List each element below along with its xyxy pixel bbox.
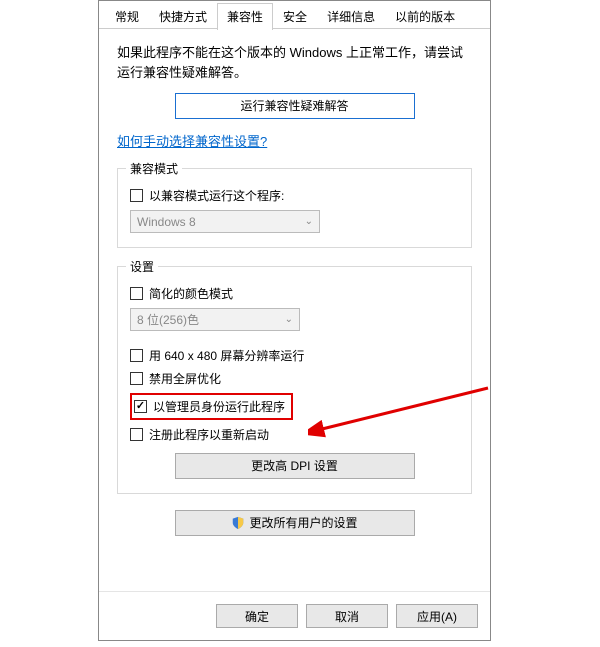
tab-previous-versions[interactable]: 以前的版本 [385,3,465,29]
group-settings-title: 设置 [126,258,158,275]
manual-settings-link[interactable]: 如何手动选择兼容性设置? [117,134,267,149]
checkbox-run-as-admin-label: 以管理员身份运行此程序 [153,398,285,415]
checkbox-compat-mode-label: 以兼容模式运行这个程序: [149,187,284,204]
tab-bar: 常规 快捷方式 兼容性 安全 详细信息 以前的版本 [99,1,490,29]
checkbox-disable-fullscreen-opt-label: 禁用全屏优化 [149,370,221,387]
cancel-button[interactable]: 取消 [306,604,388,628]
tab-shortcut[interactable]: 快捷方式 [149,3,217,29]
change-dpi-settings-button[interactable]: 更改高 DPI 设置 [175,453,415,479]
chevron-down-icon: ⌄ [285,314,293,325]
select-color-mode-value: 8 位(256)色 [137,311,199,328]
checkbox-disable-fullscreen-opt[interactable] [130,372,143,385]
group-compat-mode: 兼容模式 以兼容模式运行这个程序: Windows 8 ⌄ [117,168,472,248]
chevron-down-icon: ⌄ [305,216,313,227]
shield-icon [231,516,245,530]
properties-dialog: 常规 快捷方式 兼容性 安全 详细信息 以前的版本 如果此程序不能在这个版本的 … [98,0,491,641]
select-compat-os-value: Windows 8 [137,215,196,229]
intro-text: 如果此程序不能在这个版本的 Windows 上正常工作，请尝试运行兼容性疑难解答… [117,43,472,83]
checkbox-reduced-color-label: 简化的颜色模式 [149,285,233,302]
change-all-users-label: 更改所有用户的设置 [249,511,357,535]
tab-security[interactable]: 安全 [273,3,317,29]
highlight-run-as-admin: 以管理员身份运行此程序 [130,393,293,420]
checkbox-640x480[interactable] [130,349,143,362]
select-color-mode[interactable]: 8 位(256)色 ⌄ [130,308,300,331]
change-all-users-button[interactable]: 更改所有用户的设置 [175,510,415,536]
ok-button[interactable]: 确定 [216,604,298,628]
tab-general[interactable]: 常规 [105,3,149,29]
group-compat-mode-title: 兼容模式 [126,160,182,177]
checkbox-compat-mode[interactable] [130,189,143,202]
run-troubleshooter-button[interactable]: 运行兼容性疑难解答 [175,93,415,119]
tab-details[interactable]: 详细信息 [317,3,385,29]
select-compat-os[interactable]: Windows 8 ⌄ [130,210,320,233]
checkbox-register-restart[interactable] [130,428,143,441]
compatibility-pane: 如果此程序不能在这个版本的 Windows 上正常工作，请尝试运行兼容性疑难解答… [99,29,490,544]
dialog-footer: 确定 取消 应用(A) [99,591,490,640]
apply-button[interactable]: 应用(A) [396,604,478,628]
checkbox-register-restart-label: 注册此程序以重新启动 [149,426,269,443]
checkbox-run-as-admin[interactable] [134,400,147,413]
checkbox-reduced-color[interactable] [130,287,143,300]
group-settings: 设置 简化的颜色模式 8 位(256)色 ⌄ 用 640 x 480 屏幕分辨率… [117,266,472,494]
checkbox-640x480-label: 用 640 x 480 屏幕分辨率运行 [149,347,304,364]
tab-compatibility[interactable]: 兼容性 [217,3,273,30]
